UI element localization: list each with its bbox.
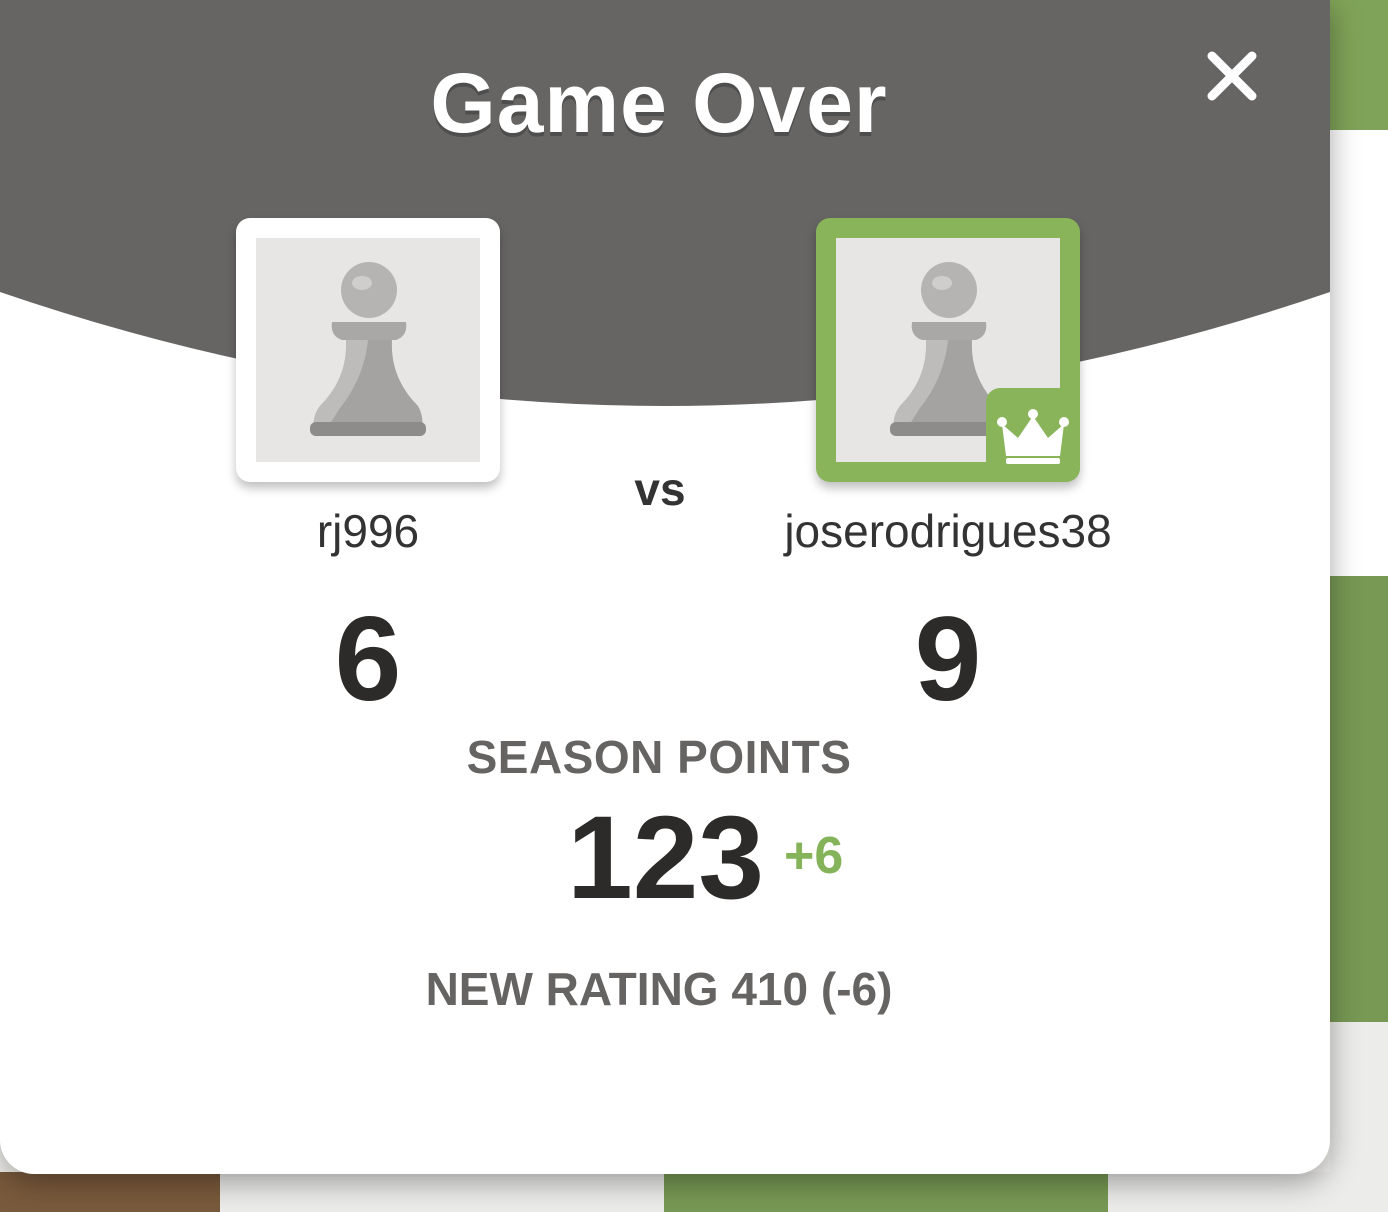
board-square xyxy=(220,1172,664,1212)
season-points-delta: +6 xyxy=(784,827,844,885)
season-points-label: SEASON POINTS xyxy=(466,731,852,783)
close-icon xyxy=(1207,51,1257,101)
board-square xyxy=(1330,0,1388,130)
player-score-right: 9 xyxy=(914,592,982,726)
board-square xyxy=(1330,130,1388,576)
pawn-icon xyxy=(256,238,480,462)
player-username-right[interactable]: joserodrigues38 xyxy=(708,504,1188,558)
board-square xyxy=(1330,1022,1388,1212)
board-square xyxy=(1330,576,1388,1022)
close-button[interactable] xyxy=(1196,40,1268,112)
board-edge xyxy=(0,1172,220,1212)
winner-badge xyxy=(986,388,1080,482)
player-avatar-right[interactable] xyxy=(816,218,1080,482)
modal-title: Game Over xyxy=(430,56,888,150)
new-rating: NEW RATING 410 (-6) xyxy=(425,963,893,1015)
board-square xyxy=(1108,1172,1330,1212)
season-points-value: 123 xyxy=(567,792,764,924)
player-avatar-left[interactable] xyxy=(236,218,500,482)
crown-icon xyxy=(997,409,1069,464)
player-username-left[interactable]: rj996 xyxy=(218,504,518,558)
player-score-left: 6 xyxy=(334,592,402,726)
game-over-modal: Game Over vs rj996 joserodrigues38 6 9 S… xyxy=(0,0,1330,1174)
board-square xyxy=(664,1172,1108,1212)
